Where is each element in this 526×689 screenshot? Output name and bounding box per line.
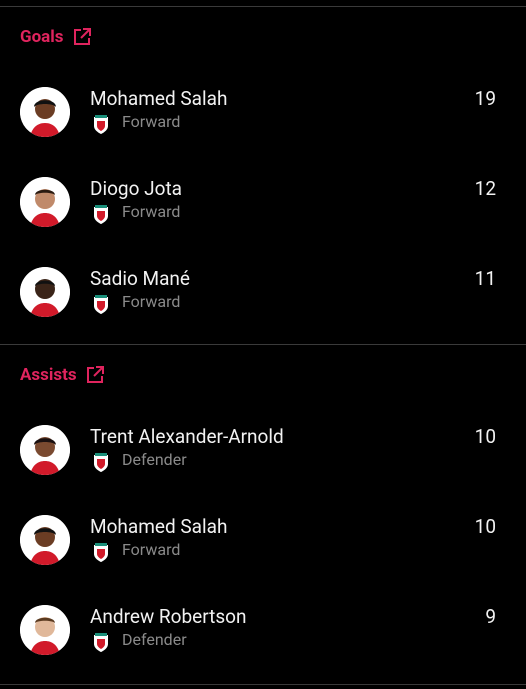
player-name: Mohamed Salah: [90, 87, 228, 110]
stat-value: 12: [474, 177, 496, 200]
goals-section-header[interactable]: Goals: [20, 27, 92, 47]
stat-value: 9: [485, 605, 496, 628]
avatar: [20, 605, 70, 655]
section-title-assists: Assists: [20, 365, 77, 385]
external-link-icon[interactable]: [85, 365, 105, 385]
liverpool-crest-icon: [94, 633, 108, 652]
player-position: Forward: [122, 540, 181, 559]
stat-value: 10: [474, 425, 496, 448]
player-position: Forward: [122, 112, 181, 131]
player-name: Andrew Robertson: [90, 605, 247, 628]
avatar: [20, 515, 70, 565]
liverpool-crest-icon: [94, 543, 108, 562]
top-divider: [0, 6, 526, 7]
stat-value: 10: [474, 515, 496, 538]
player-row[interactable]: Sadio Mané Forward 11: [0, 267, 526, 327]
avatar: [20, 267, 70, 317]
player-position: Forward: [122, 202, 181, 221]
avatar: [20, 177, 70, 227]
stat-value: 19: [474, 87, 496, 110]
stat-value: 11: [474, 267, 496, 290]
player-name: Diogo Jota: [90, 177, 183, 200]
assists-section-header[interactable]: Assists: [20, 365, 105, 385]
liverpool-crest-icon: [94, 205, 108, 224]
avatar: [20, 87, 70, 137]
player-row[interactable]: Mohamed Salah Forward 10: [0, 515, 526, 575]
player-row[interactable]: Diogo Jota Forward 12: [0, 177, 526, 237]
player-position: Forward: [122, 292, 181, 311]
player-position: Defender: [122, 450, 187, 469]
liverpool-crest-icon: [94, 115, 108, 134]
player-row[interactable]: Mohamed Salah Forward 19: [0, 87, 526, 147]
avatar: [20, 425, 70, 475]
liverpool-crest-icon: [94, 453, 108, 472]
section-divider: [0, 344, 526, 345]
section-title-goals: Goals: [20, 27, 64, 47]
player-row[interactable]: Andrew Robertson Defender 9: [0, 605, 526, 665]
bottom-divider: [0, 684, 526, 685]
liverpool-crest-icon: [94, 295, 108, 314]
player-position: Defender: [122, 630, 187, 649]
player-row[interactable]: Trent Alexander-Arnold Defender 10: [0, 425, 526, 485]
external-link-icon[interactable]: [72, 27, 92, 47]
player-name: Sadio Mané: [90, 267, 190, 290]
player-name: Trent Alexander-Arnold: [90, 425, 284, 448]
player-name: Mohamed Salah: [90, 515, 228, 538]
